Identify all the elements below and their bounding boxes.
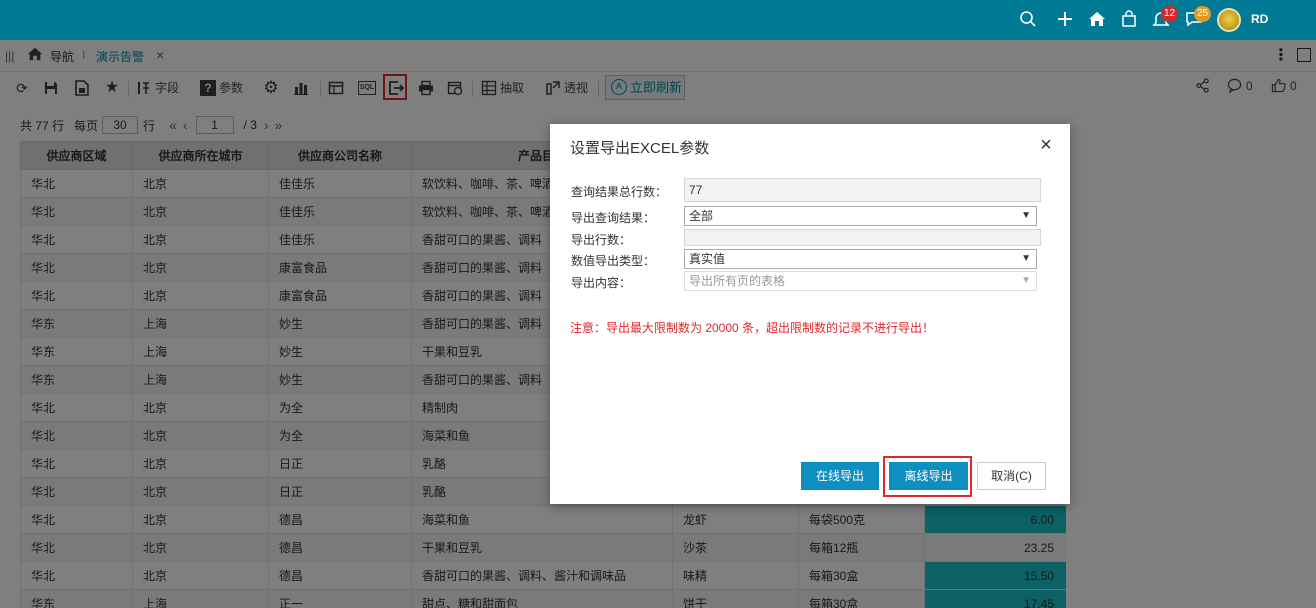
- content-value: 导出所有页的表格: [689, 274, 786, 288]
- export-rows-label: 导出行数：: [571, 233, 632, 247]
- plus-icon[interactable]: [1055, 10, 1075, 30]
- dialog-title: 设置导出EXCEL参数: [570, 140, 710, 157]
- total-rows-field: 77: [684, 178, 1041, 202]
- bag-icon[interactable]: [1119, 10, 1139, 30]
- offline-export-highlight: [883, 456, 972, 497]
- total-rows-label: 查询结果总行数：: [571, 185, 668, 199]
- avatar[interactable]: [1217, 8, 1241, 32]
- chat-icon[interactable]: 25: [1184, 6, 1212, 30]
- value-type-value: 真实值: [689, 252, 726, 266]
- message-badge: 25: [1194, 6, 1212, 22]
- export-rows-field[interactable]: [684, 229, 1041, 246]
- chevron-down-icon: ▼: [1021, 275, 1031, 286]
- online-export-button[interactable]: 在线导出: [801, 462, 879, 490]
- top-bar: 12 25 RD: [0, 0, 1316, 40]
- value-type-label: 数值导出类型：: [571, 254, 656, 268]
- content-select: 导出所有页的表格 ▼: [684, 271, 1037, 291]
- export-result-label: 导出查询结果：: [571, 211, 656, 225]
- content-label: 导出内容：: [571, 276, 632, 290]
- chevron-down-icon: ▼: [1021, 253, 1031, 264]
- search-icon[interactable]: [1018, 10, 1038, 30]
- chevron-down-icon: ▼: [1021, 210, 1031, 221]
- home-icon[interactable]: [1087, 10, 1107, 30]
- export-excel-dialog: 设置导出EXCEL参数 × 查询结果总行数： 77 导出查询结果： 全部 ▼ 导…: [550, 124, 1070, 504]
- value-type-select[interactable]: 真实值 ▼: [684, 249, 1037, 269]
- export-result-value: 全部: [689, 209, 714, 223]
- bell-icon[interactable]: 12: [1151, 6, 1179, 30]
- export-result-select[interactable]: 全部 ▼: [684, 206, 1037, 226]
- export-limit-warning: 注意：导出最大限制数为 20000 条，超出限制数的记录不进行导出！: [570, 321, 935, 335]
- cancel-button[interactable]: 取消(C): [977, 462, 1046, 490]
- user-name[interactable]: RD: [1251, 12, 1268, 26]
- close-icon[interactable]: ×: [1037, 135, 1055, 155]
- notification-badge: 12: [1161, 6, 1179, 22]
